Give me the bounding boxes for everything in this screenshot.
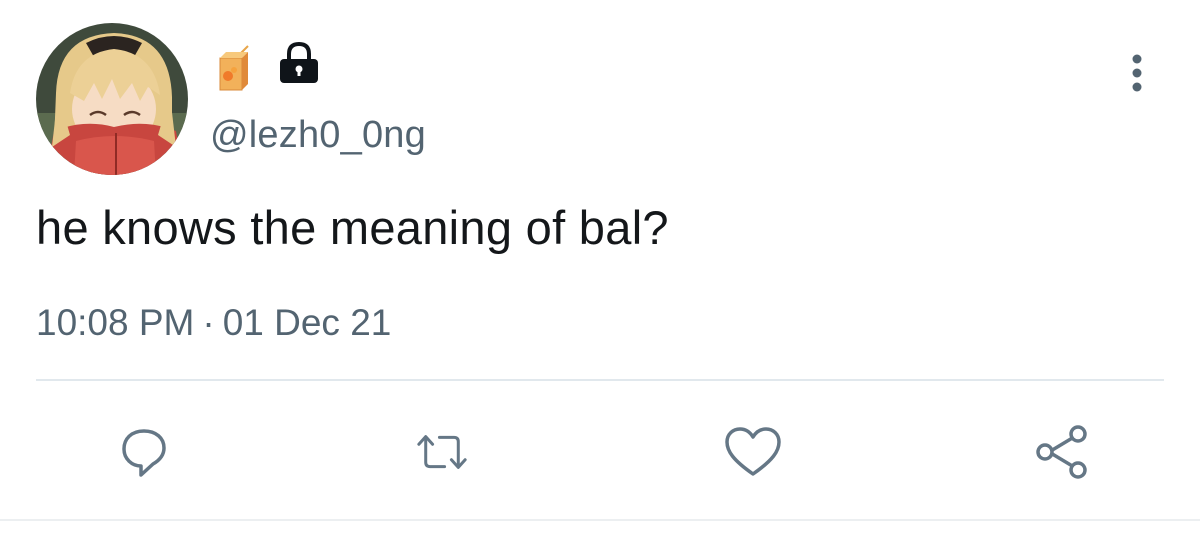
bottom-divider xyxy=(0,519,1200,521)
juice-box-emoji xyxy=(214,44,250,92)
user-handle[interactable]: @lezh0_0ng xyxy=(210,114,426,157)
heart-icon xyxy=(725,427,781,476)
divider xyxy=(36,379,1164,381)
lock-icon xyxy=(276,41,322,84)
retweet-icon xyxy=(417,435,467,469)
reply-icon xyxy=(122,429,166,477)
share-icon xyxy=(1036,425,1087,479)
tweet-text: he knows the meaning of bal? xyxy=(36,201,669,254)
avatar[interactable] xyxy=(36,23,188,175)
reply-button[interactable] xyxy=(114,422,174,482)
tweet-timestamp[interactable]: 10:08 PM · 01 Dec 21 xyxy=(36,302,391,344)
tweet-date: 01 Dec 21 xyxy=(222,302,392,343)
tweet-time: 10:08 PM xyxy=(36,302,195,343)
tweet-card: @lezh0_0ng he knows the meaning of bal? … xyxy=(0,0,1200,539)
retweet-button[interactable] xyxy=(412,422,472,482)
meta-separator: · xyxy=(202,302,215,343)
avatar-image xyxy=(36,23,188,175)
like-button[interactable] xyxy=(723,422,783,482)
share-button[interactable] xyxy=(1032,422,1092,482)
more-vertical-icon[interactable] xyxy=(1122,52,1152,94)
